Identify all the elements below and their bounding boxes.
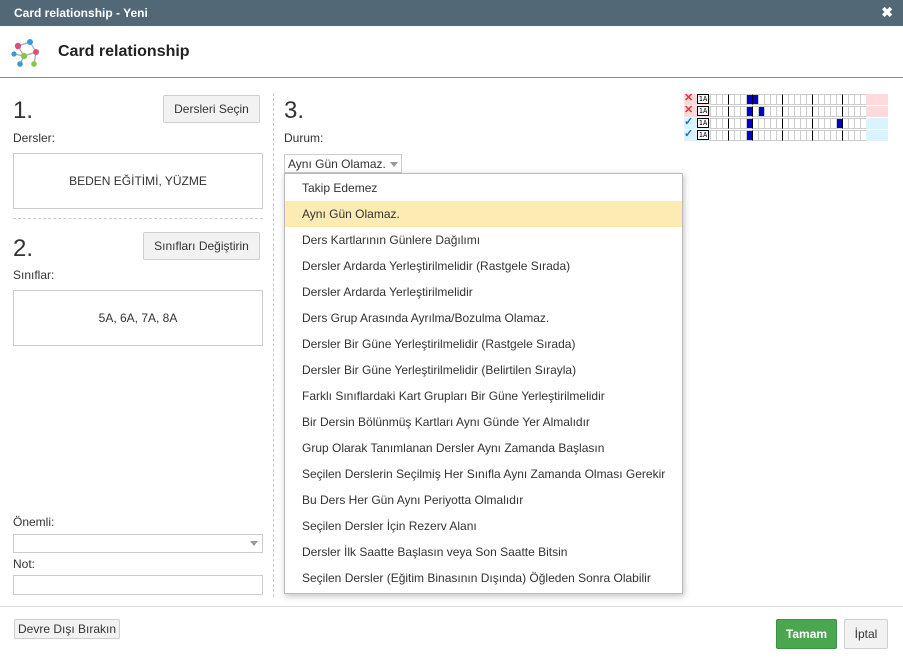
window-title: Card relationship - Yeni: [14, 6, 148, 20]
dialog-footer: Devre Dışı Bırakın Tamam İptal: [0, 606, 903, 659]
network-relationship-icon: [11, 39, 39, 67]
preview-cells: [710, 106, 866, 117]
status-option[interactable]: Dersler Ardarda Yerleştirilmelidir: [285, 279, 682, 305]
importance-select[interactable]: [13, 534, 263, 553]
preview-cells: [710, 94, 866, 105]
status-option[interactable]: Grup Olarak Tanımlanan Dersler Aynı Zama…: [285, 435, 682, 461]
classes-label: Sınıflar:: [13, 268, 55, 282]
preview-cell: [860, 118, 866, 129]
classes-value-box[interactable]: 5A, 6A, 7A, 8A: [13, 290, 263, 346]
chevron-down-icon: [250, 541, 258, 546]
preview-row-invalid: ✕ 1A: [684, 104, 888, 117]
dialog-header: Card relationship: [0, 26, 903, 78]
preview-cell: [860, 130, 866, 141]
status-option[interactable]: Dersler Ardarda Yerleştirilmelidir (Rast…: [285, 253, 682, 279]
status-option-selected[interactable]: Aynı Gün Olamaz.: [285, 201, 682, 227]
chevron-down-icon: [390, 162, 398, 167]
ok-button[interactable]: Tamam: [776, 619, 837, 649]
status-option[interactable]: Bir Dersin Bölünmüş Kartları Aynı Günde …: [285, 409, 682, 435]
status-label: Durum:: [284, 131, 324, 145]
status-option[interactable]: Seçilen Dersler (Eğitim Binasının Dışınd…: [285, 565, 682, 591]
cross-icon: ✕: [684, 92, 694, 104]
status-option[interactable]: Ders Grup Arasında Ayrılma/Bozulma Olama…: [285, 305, 682, 331]
preview-cells: [710, 118, 866, 129]
status-option[interactable]: Takip Edemez: [285, 175, 682, 201]
preview-row-invalid: ✕ 1A: [684, 92, 888, 105]
status-option[interactable]: Seçilen Dersler İçin Rezerv Alanı: [285, 513, 682, 539]
preview-cells: [710, 130, 866, 141]
status-option[interactable]: Farklı Sınıflardaki Kart Grupları Bir Gü…: [285, 383, 682, 409]
status-option[interactable]: Dersler Bir Güne Yerleştirilmelidir (Bel…: [285, 357, 682, 383]
status-option[interactable]: Seçilen Derslerin Seçilmiş Her Sınıfla A…: [285, 461, 682, 487]
status-select[interactable]: Aynı Gün Olamaz.: [284, 154, 402, 173]
lessons-value-box[interactable]: BEDEN EĞİTİMİ, YÜZME: [13, 153, 263, 209]
note-label: Not:: [13, 557, 36, 571]
importance-label: Önemli:: [13, 515, 55, 529]
preview-row-valid: ✓ 1A: [684, 116, 888, 129]
class-card-icon: 1A: [697, 106, 709, 116]
lessons-label: Dersler:: [13, 131, 56, 145]
status-option[interactable]: Dersler Bir Güne Yerleştirilmelidir (Ras…: [285, 331, 682, 357]
cancel-button[interactable]: İptal: [844, 619, 888, 649]
cross-icon: ✕: [684, 104, 694, 116]
column-divider: [273, 93, 274, 597]
check-icon: ✓: [684, 116, 694, 128]
disable-button[interactable]: Devre Dışı Bırakın: [14, 619, 120, 639]
class-card-icon: 1A: [697, 118, 709, 128]
dialog-title: Card relationship: [58, 43, 190, 60]
status-dropdown-list: Takip Edemez Aynı Gün Olamaz. Ders Kartl…: [284, 173, 683, 594]
preview-cell: [860, 94, 866, 105]
status-option[interactable]: Bu Ders Her Gün Aynı Periyotta Olmalıdır: [285, 487, 682, 513]
note-input[interactable]: [13, 575, 263, 595]
check-icon: ✓: [684, 128, 694, 140]
preview-row-valid: ✓ 1A: [684, 128, 888, 141]
preview-cell: [860, 106, 866, 117]
section-divider: [13, 218, 263, 219]
step-number-2: 2.: [13, 235, 34, 262]
status-option[interactable]: Dersler İlk Saatte Başlasın veya Son Saa…: [285, 539, 682, 565]
select-lessons-button[interactable]: Dersleri Seçin: [163, 95, 260, 123]
relationship-preview-grid: ✕ 1A ✕ 1A ✓ 1A ✓ 1A: [684, 92, 888, 142]
step-number-3: 3.: [284, 97, 305, 124]
window-titlebar: Card relationship - Yeni ✖: [0, 0, 903, 26]
step-number-1: 1.: [13, 97, 34, 124]
status-selected-value: Aynı Gün Olamaz.: [288, 157, 386, 171]
change-classes-button[interactable]: Sınıfları Değiştirin: [143, 232, 260, 260]
class-card-icon: 1A: [697, 94, 709, 104]
class-card-icon: 1A: [697, 130, 709, 140]
status-option[interactable]: Ders Kartlarının Günlere Dağılımı: [285, 227, 682, 253]
close-icon[interactable]: ✖: [881, 4, 893, 21]
